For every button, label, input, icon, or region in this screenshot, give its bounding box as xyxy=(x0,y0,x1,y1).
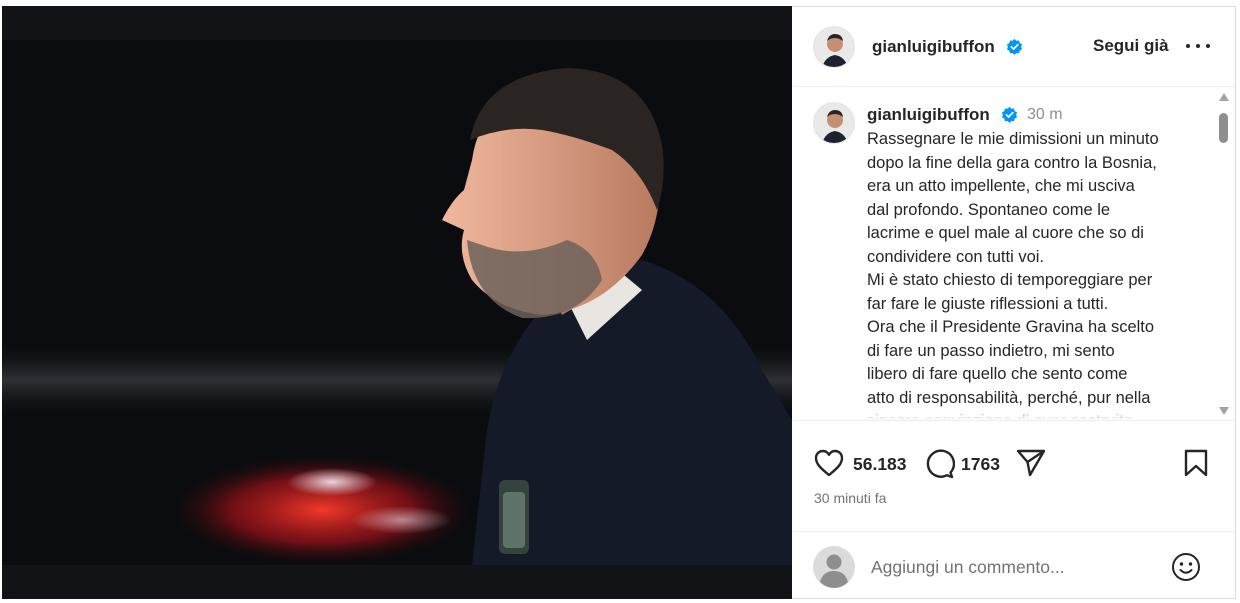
post-sidebar: gianluigibuffon Segui già gianluigibuffo… xyxy=(793,6,1236,599)
caption-section: gianluigibuffon 30 m Rassegnare le mie d… xyxy=(793,87,1235,421)
current-user-avatar xyxy=(813,546,855,588)
post-media[interactable] xyxy=(2,6,792,599)
following-button[interactable]: Segui già xyxy=(1093,36,1169,56)
caption-line: era un atto impellente, che mi usciva xyxy=(867,177,1135,195)
scrollbar-thumb[interactable] xyxy=(1219,113,1228,143)
paper-plane-icon[interactable] xyxy=(1015,448,1047,478)
caption-line: far fare le giuste riflessioni a tutti. xyxy=(867,294,1109,313)
post-photo xyxy=(2,40,792,565)
caption-fade xyxy=(793,406,1235,420)
scroll-down-arrow-icon[interactable] xyxy=(1219,407,1229,415)
comments-count[interactable]: 1763 xyxy=(961,454,1000,475)
caption-author-username[interactable]: gianluigibuffon xyxy=(867,105,990,125)
bookmark-icon[interactable] xyxy=(1183,448,1209,478)
heart-icon[interactable] xyxy=(813,448,845,478)
caption-text: Rassegnare le mie dimissioni un minuto d… xyxy=(867,128,1197,420)
caption-author-avatar[interactable] xyxy=(813,102,855,144)
post-timestamp[interactable]: 30 minuti fa xyxy=(814,490,886,506)
caption-line: Ora che il Presidente Gravina ha scelto xyxy=(867,318,1155,336)
post-actions: 56.183 1763 30 minuti fa xyxy=(793,421,1235,531)
author-username[interactable]: gianluigibuffon xyxy=(872,37,995,57)
caption-line: dopo la fine della gara contro la Bosnia… xyxy=(867,153,1157,172)
smiley-icon[interactable] xyxy=(1171,552,1201,582)
add-comment-bar xyxy=(793,531,1235,600)
media-letterbox-top xyxy=(2,6,792,40)
comment-bubble-icon[interactable] xyxy=(923,448,955,480)
author-avatar[interactable] xyxy=(813,26,855,68)
post-header: gianluigibuffon Segui già xyxy=(793,7,1235,87)
caption-line: libero di fare quello che sento come xyxy=(867,365,1128,383)
likes-count[interactable]: 56.183 xyxy=(853,454,907,475)
caption-line: di fare un passo indietro, mi sento xyxy=(867,341,1115,360)
caption-time[interactable]: 30 m xyxy=(1027,106,1063,124)
verified-badge-icon xyxy=(1006,38,1023,55)
caption-line: lacrime e quel male al cuore che so di xyxy=(867,224,1144,242)
comment-input[interactable] xyxy=(871,554,1161,580)
caption-line: Rassegnare le mie dimissioni un minuto xyxy=(867,130,1159,148)
caption-line: Mi è stato chiesto di temporeggiare per xyxy=(867,271,1153,289)
caption-scrollbar[interactable] xyxy=(1217,93,1231,415)
more-options-icon[interactable] xyxy=(1185,39,1211,53)
media-letterbox-bottom xyxy=(2,565,792,599)
caption-line: condividere con tutti voi. xyxy=(867,247,1045,266)
caption-line: dal profondo. Spontaneo come le xyxy=(867,200,1111,219)
scroll-up-arrow-icon[interactable] xyxy=(1219,93,1229,101)
verified-badge-icon xyxy=(1001,106,1018,123)
